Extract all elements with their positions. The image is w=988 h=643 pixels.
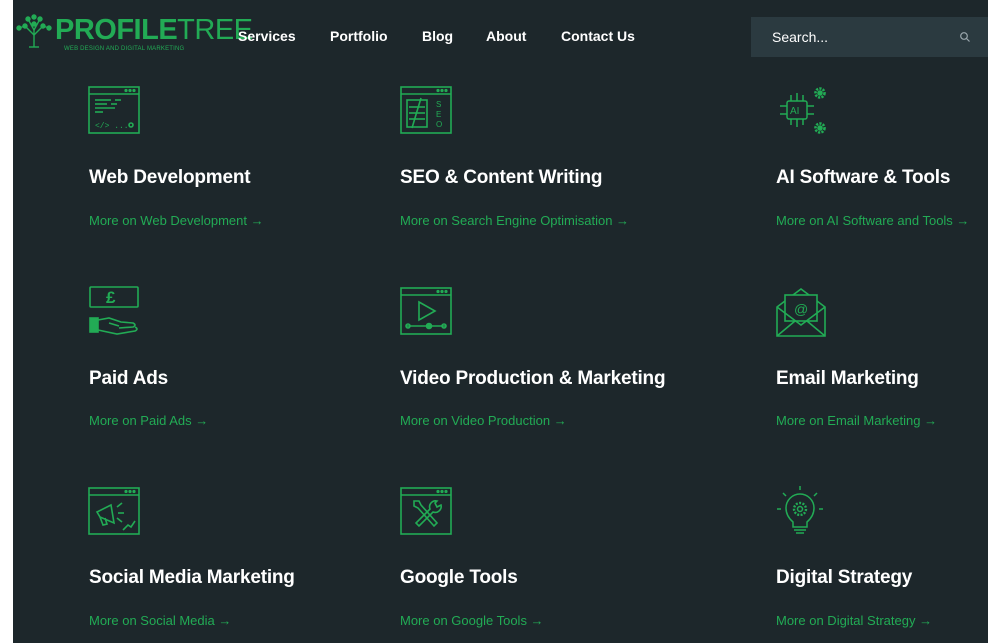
- seo-icon: S E O: [400, 86, 452, 134]
- card-title-video-production: Video Production & Marketing: [400, 368, 666, 389]
- card-link-email-marketing[interactable]: More on Email Marketing →: [776, 413, 937, 428]
- card-link-video-production[interactable]: More on Video Production →: [400, 413, 567, 428]
- card-title-paid-ads: Paid Ads: [89, 368, 168, 389]
- nav-about[interactable]: About: [486, 28, 526, 44]
- digital-strategy-icon: [777, 486, 823, 534]
- card-title-google-tools: Google Tools: [400, 567, 518, 588]
- card-link-google-tools[interactable]: More on Google Tools →: [400, 613, 544, 628]
- svg-text:E: E: [436, 110, 441, 119]
- google-tools-icon: [400, 487, 452, 535]
- card-title-ai-software: AI Software & Tools: [776, 167, 951, 188]
- search-input[interactable]: [751, 17, 962, 57]
- social-media-icon: [88, 487, 140, 535]
- search-box: [751, 17, 988, 57]
- svg-text:O: O: [436, 120, 442, 129]
- profiletree-logo[interactable]: PROFILETREE WEB DESIGN AND DIGITAL MARKE…: [16, 13, 253, 58]
- card-title-social-media: Social Media Marketing: [89, 567, 295, 588]
- paid-ads-icon: £: [89, 286, 139, 335]
- nav-services[interactable]: Services: [238, 28, 296, 44]
- card-link-social-media[interactable]: More on Social Media →: [89, 613, 231, 628]
- svg-text:£: £: [106, 288, 116, 307]
- card-title-seo: SEO & Content Writing: [400, 167, 603, 188]
- svg-text:</> ...: </> ...: [95, 122, 129, 131]
- card-link-seo[interactable]: More on Search Engine Optimisation →: [400, 213, 629, 228]
- tree-logo-icon: [16, 14, 52, 48]
- card-title-digital-strategy: Digital Strategy: [776, 567, 913, 588]
- logo-tagline: WEB DESIGN AND DIGITAL MARKETING: [64, 46, 185, 52]
- nav-contact-us[interactable]: Contact Us: [561, 28, 635, 44]
- card-link-ai-software[interactable]: More on AI Software and Tools →: [776, 213, 969, 228]
- card-title-web-development: Web Development: [89, 167, 251, 188]
- logo-word-profile: PROFILE: [55, 14, 178, 46]
- svg-text:@: @: [794, 301, 808, 317]
- ai-chip-icon: AI: [780, 87, 826, 134]
- svg-text:AI: AI: [790, 106, 799, 117]
- card-title-email-marketing: Email Marketing: [776, 368, 919, 389]
- nav-portfolio[interactable]: Portfolio: [330, 28, 388, 44]
- web-development-icon: </> ...: [88, 86, 140, 134]
- card-link-web-development[interactable]: More on Web Development →: [89, 213, 264, 228]
- card-link-digital-strategy[interactable]: More on Digital Strategy →: [776, 613, 932, 628]
- logo-wordmark: PROFILETREE: [55, 14, 253, 46]
- page: PROFILETREE WEB DESIGN AND DIGITAL MARKE…: [13, 0, 988, 643]
- card-link-paid-ads[interactable]: More on Paid Ads →: [89, 413, 208, 428]
- svg-text:S: S: [436, 100, 441, 109]
- nav-blog[interactable]: Blog: [422, 28, 453, 44]
- search-icon[interactable]: [959, 31, 971, 43]
- video-production-icon: [400, 287, 452, 335]
- email-marketing-icon: @: [776, 288, 826, 337]
